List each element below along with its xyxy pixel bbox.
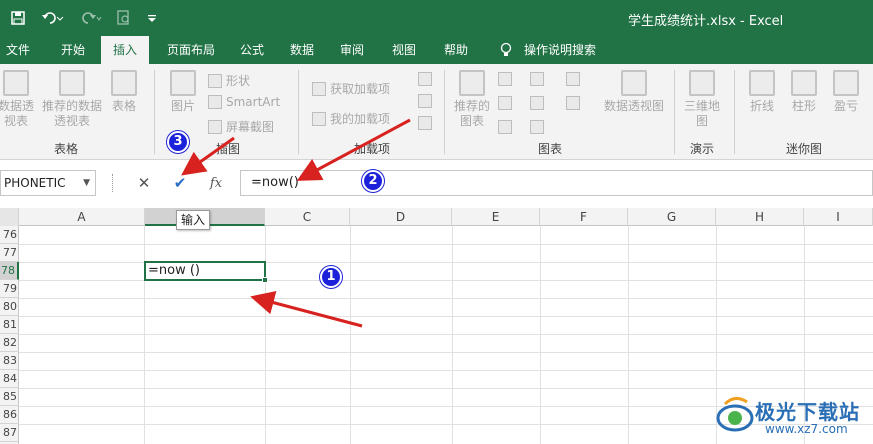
watermark-logo-icon — [716, 397, 754, 432]
step-badge-3: 3 — [167, 131, 189, 153]
step-badge-1: 1 — [320, 266, 342, 288]
watermark-url: www.xz7.com — [765, 422, 848, 436]
arrow-to-formula-input — [296, 118, 411, 181]
arrow-to-active-cell — [250, 290, 363, 328]
step-badge-2: 2 — [362, 170, 384, 192]
arrow-to-enter-button — [181, 136, 235, 176]
annotation-arrows — [181, 118, 411, 328]
watermark-text: 极光下载站 — [755, 400, 860, 424]
watermark: 极光下载站 www.xz7.com — [715, 392, 873, 444]
